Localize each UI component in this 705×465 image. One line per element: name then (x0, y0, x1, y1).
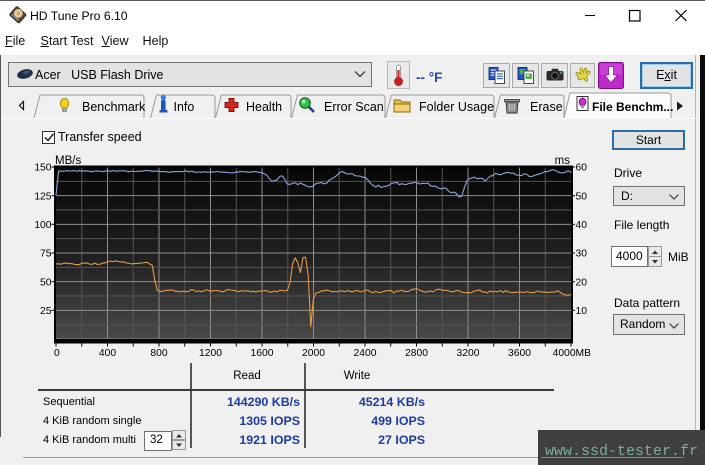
svg-text:3200: 3200 (457, 348, 480, 359)
svg-text:2000: 2000 (302, 348, 325, 359)
svg-text:75: 75 (40, 249, 52, 260)
svg-text:400: 400 (99, 348, 116, 359)
svg-text:800: 800 (150, 348, 167, 359)
svg-text:File Benchm...: File Benchm... (592, 100, 673, 114)
svg-text:1600: 1600 (251, 348, 274, 359)
svg-text:3600: 3600 (508, 348, 531, 359)
svg-text:20: 20 (576, 277, 588, 288)
svg-text:10: 10 (576, 306, 588, 317)
svg-text:Benchmark: Benchmark (82, 100, 146, 114)
svg-text:125: 125 (34, 191, 51, 202)
svg-text:100: 100 (34, 220, 51, 231)
svg-text:40: 40 (576, 220, 588, 231)
svg-text:50: 50 (40, 277, 52, 288)
svg-text:0: 0 (54, 348, 60, 359)
svg-text:Erase: Erase (530, 100, 563, 114)
svg-text:25: 25 (40, 306, 52, 317)
svg-text:50: 50 (576, 191, 588, 202)
svg-text:4000MB: 4000MB (553, 348, 591, 359)
svg-text:1200: 1200 (199, 348, 222, 359)
svg-text:60: 60 (576, 163, 588, 174)
svg-text:Health: Health (246, 100, 282, 114)
svg-text:30: 30 (576, 249, 588, 260)
svg-text:2800: 2800 (405, 348, 428, 359)
svg-text:2400: 2400 (354, 348, 377, 359)
svg-text:Info: Info (174, 100, 195, 114)
svg-text:150: 150 (34, 163, 51, 174)
svg-text:ms: ms (555, 155, 571, 167)
svg-text:Folder Usage: Folder Usage (419, 100, 494, 114)
svg-text:Error Scan: Error Scan (324, 100, 384, 114)
svg-text:MB/s: MB/s (55, 155, 81, 167)
